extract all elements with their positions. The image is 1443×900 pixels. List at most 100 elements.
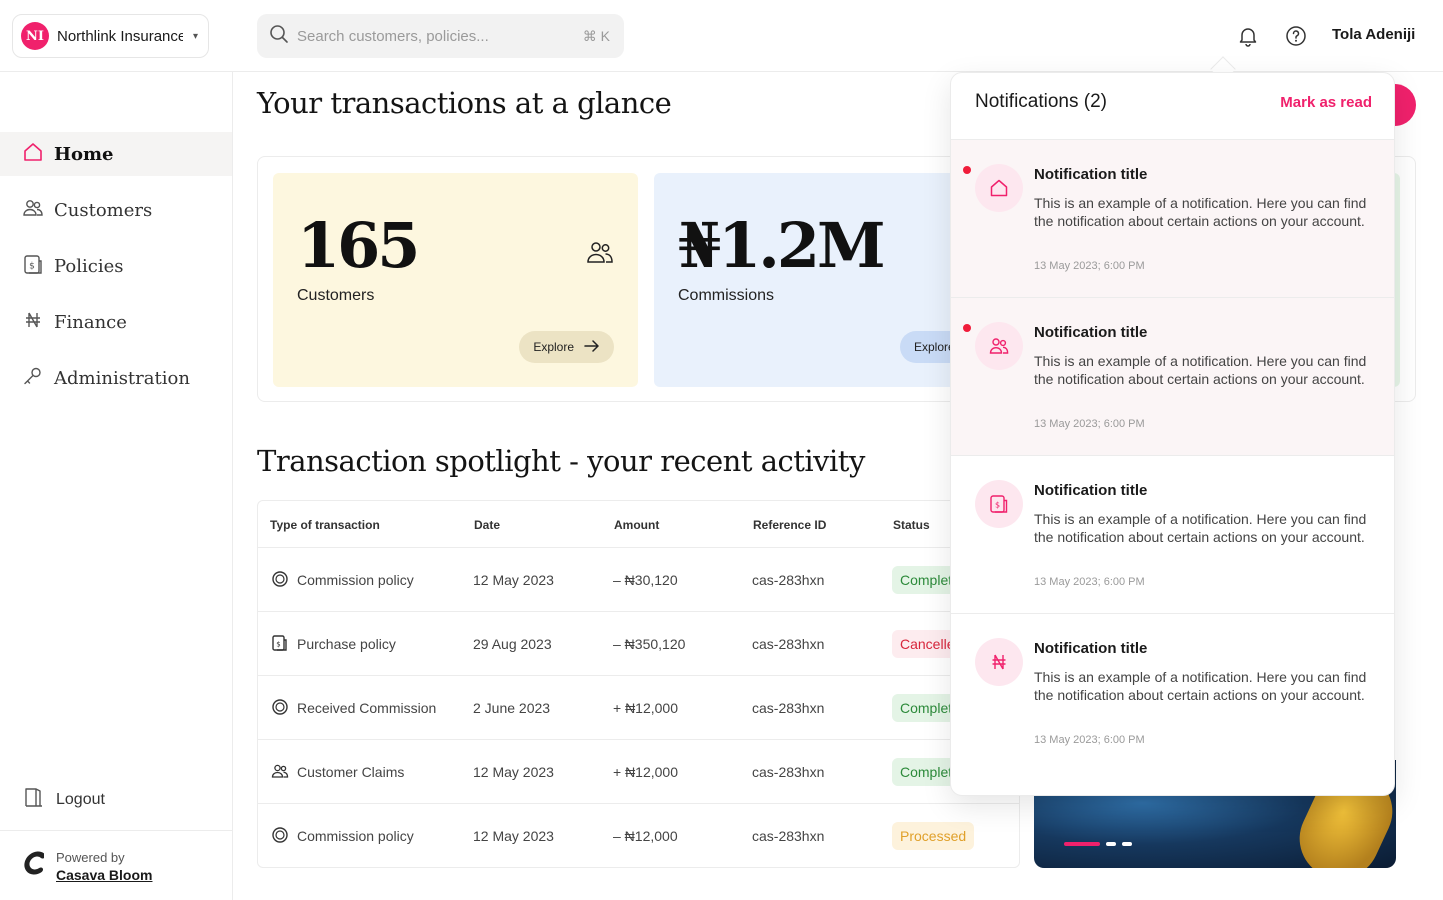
column-header[interactable]: Amount — [614, 518, 659, 532]
cell-date: 12 May 2023 — [473, 828, 554, 844]
search-icon — [269, 24, 289, 49]
column-header[interactable]: Reference ID — [753, 518, 826, 532]
sidebar: Home Customers $ Policies Finance Admini… — [0, 72, 233, 900]
cell-reference: cas-283hxn — [752, 764, 825, 780]
notification-title: Notification title — [1034, 166, 1148, 183]
carousel-dot[interactable] — [1106, 842, 1116, 846]
stat-value: 165 — [297, 209, 420, 282]
logout-button[interactable]: Logout — [22, 786, 105, 813]
search-input[interactable] — [297, 27, 575, 45]
svg-text:$: $ — [276, 641, 280, 649]
brand-link[interactable]: Casava Bloom — [56, 867, 152, 883]
carousel-dot[interactable] — [1064, 842, 1100, 846]
notification-body: This is an example of a notification. He… — [1034, 195, 1367, 229]
user-name[interactable]: Tola Adeniji — [1332, 26, 1415, 43]
notification-time: 13 May 2023; 6:00 PM — [1034, 734, 1145, 746]
key-icon — [22, 365, 44, 392]
powered-by-text: Powered by — [56, 849, 125, 865]
column-header[interactable]: Date — [474, 518, 500, 532]
home-icon — [975, 164, 1023, 212]
unread-dot — [963, 324, 971, 332]
section-title: Transaction spotlight - your recent acti… — [257, 444, 865, 478]
naira-icon — [975, 638, 1023, 686]
search-bar[interactable]: ⌘ K — [257, 14, 624, 58]
sidebar-item-finance[interactable]: Finance — [0, 300, 232, 344]
notification-time: 13 May 2023; 6:00 PM — [1034, 418, 1145, 430]
home-icon — [22, 141, 44, 168]
cell-reference: cas-283hxn — [752, 828, 825, 844]
cell-date: 29 Aug 2023 — [473, 636, 552, 652]
coin-icon — [271, 698, 289, 721]
notification-time: 13 May 2023; 6:00 PM — [1034, 576, 1145, 588]
stat-label: Customers — [297, 287, 375, 304]
sidebar-item-label: Customers — [54, 199, 153, 221]
policy-icon: $ — [975, 480, 1023, 528]
table-header: Type of transaction Date Amount Referenc… — [258, 501, 1019, 548]
explore-customers-button[interactable]: Explore — [519, 331, 614, 363]
coin-icon — [271, 570, 289, 593]
column-header[interactable]: Type of transaction — [270, 518, 380, 532]
sidebar-item-policies[interactable]: $ Policies — [0, 244, 232, 288]
cell-type: Commission policy — [297, 828, 414, 844]
policy-icon: $ — [271, 634, 289, 657]
policy-icon: $ — [22, 253, 44, 280]
sidebar-item-administration[interactable]: Administration — [0, 356, 232, 400]
cell-date: 12 May 2023 — [473, 764, 554, 780]
cell-amount: – ₦12,000 — [613, 828, 678, 844]
carousel-dot[interactable] — [1122, 842, 1132, 846]
notification-item[interactable]: Notification title This is an example of… — [951, 614, 1394, 772]
notification-title: Notification title — [1034, 324, 1148, 341]
stat-label: Commissions — [678, 287, 775, 304]
unread-dot — [963, 166, 971, 174]
sidebar-item-home[interactable]: Home — [0, 132, 232, 176]
mark-as-read-button[interactable]: Mark as read — [1280, 94, 1372, 111]
explore-label: Explore — [533, 340, 574, 354]
cell-reference: cas-283hxn — [752, 636, 825, 652]
cell-reference: cas-283hxn — [752, 700, 825, 716]
naira-icon — [22, 309, 44, 336]
logout-label: Logout — [56, 790, 105, 808]
arrow-right-icon — [584, 339, 600, 355]
notifications-panel: Notifications (2) Mark as read Notificat… — [950, 72, 1395, 796]
stat-value: ₦1.2M — [678, 209, 886, 282]
bell-icon[interactable] — [1236, 24, 1260, 48]
cell-amount: – ₦350,120 — [613, 636, 686, 652]
notification-title: Notification title — [1034, 640, 1148, 657]
cell-date: 12 May 2023 — [473, 572, 554, 588]
sidebar-item-label: Administration — [54, 367, 190, 389]
powered-by-footer: Powered by Casava Bloom — [0, 830, 232, 900]
notification-item[interactable]: Notification title This is an example of… — [951, 298, 1394, 456]
sidebar-item-label: Home — [54, 143, 114, 165]
cell-amount: + ₦12,000 — [613, 764, 678, 780]
transactions-table: Type of transaction Date Amount Referenc… — [257, 500, 1020, 868]
notification-item[interactable]: $ Notification title This is an example … — [951, 456, 1394, 614]
cell-type: Commission policy — [297, 572, 414, 588]
notification-body: This is an example of a notification. He… — [1034, 353, 1367, 387]
cell-amount: – ₦30,120 — [613, 572, 678, 588]
notification-time: 13 May 2023; 6:00 PM — [1034, 260, 1145, 272]
table-row[interactable]: Commission policy 12 May 2023 – ₦30,120 … — [258, 548, 1019, 612]
column-header[interactable]: Status — [893, 518, 930, 532]
notification-title: Notification title — [1034, 482, 1148, 499]
search-shortcut: ⌘ K — [582, 27, 610, 44]
cell-date: 2 June 2023 — [473, 700, 551, 716]
cell-type: Received Commission — [297, 700, 437, 716]
explore-label: Explore — [914, 340, 955, 354]
sidebar-item-label: Policies — [54, 255, 124, 277]
notifications-title: Notifications (2) — [975, 91, 1107, 112]
help-icon[interactable] — [1284, 24, 1308, 48]
notification-body: This is an example of a notification. He… — [1034, 511, 1367, 545]
users-icon — [22, 197, 44, 224]
svg-text:$: $ — [29, 261, 35, 271]
org-name: Northlink Insurance — [57, 27, 183, 45]
organization-switcher[interactable]: NI Northlink Insurance ▾ — [12, 14, 209, 58]
sidebar-item-label: Finance — [54, 311, 127, 333]
table-row[interactable]: Received Commission 2 June 2023 + ₦12,00… — [258, 676, 1019, 740]
table-row[interactable]: Customer Claims 12 May 2023 + ₦12,000 ca… — [258, 740, 1019, 804]
notification-item[interactable]: Notification title This is an example of… — [951, 140, 1394, 298]
sidebar-item-customers[interactable]: Customers — [0, 188, 232, 232]
table-row[interactable]: $ Purchase policy 29 Aug 2023 – ₦350,120… — [258, 612, 1019, 676]
table-row[interactable]: Commission policy 12 May 2023 – ₦12,000 … — [258, 804, 1019, 867]
door-icon — [22, 786, 44, 813]
svg-text:$: $ — [995, 501, 1000, 510]
